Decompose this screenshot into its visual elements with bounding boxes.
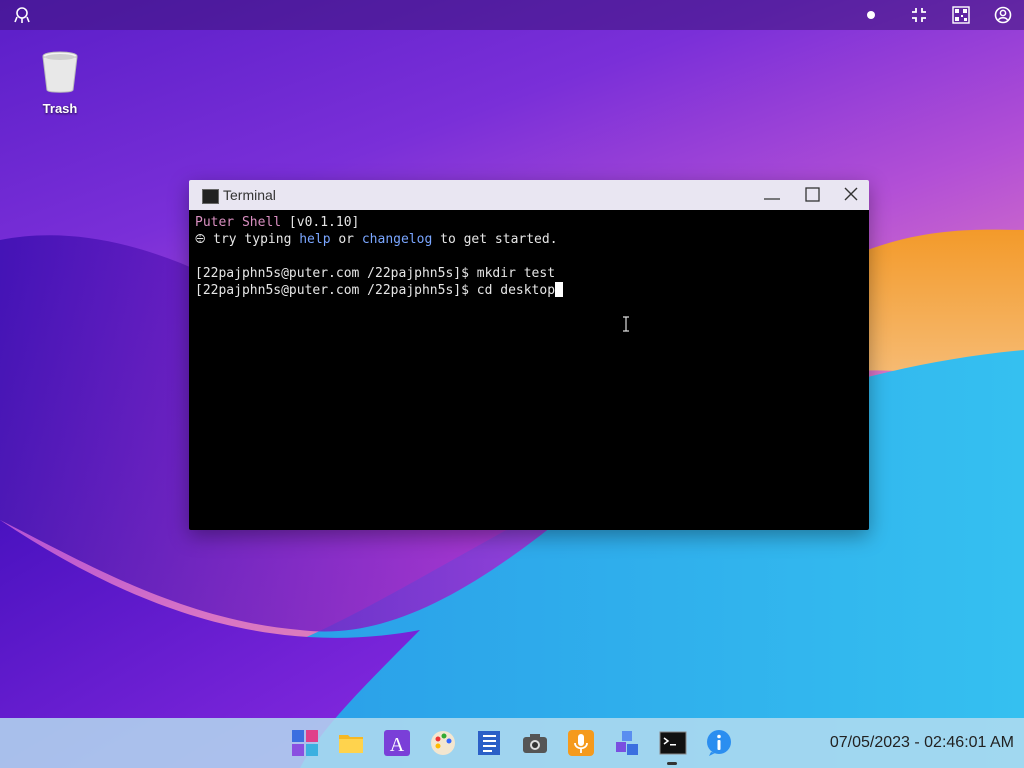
hint-text-end: to get started. bbox=[432, 232, 558, 247]
trash-icon bbox=[42, 51, 78, 93]
shell-version: [v0.1.10] bbox=[281, 215, 360, 230]
ibeam-cursor-icon bbox=[623, 316, 629, 332]
changelog-keyword: changelog bbox=[361, 232, 433, 247]
minimize-button[interactable] bbox=[761, 185, 783, 205]
notepad-icon[interactable] bbox=[475, 729, 503, 757]
command-line: [22pajphn5s@puter.com /22pajphn5s]$ cd d… bbox=[195, 283, 556, 298]
about-icon[interactable] bbox=[705, 729, 733, 757]
exit-fullscreen-icon[interactable] bbox=[910, 6, 928, 24]
trash-label: Trash bbox=[42, 101, 78, 116]
top-bar bbox=[0, 0, 1024, 30]
window-titlebar[interactable]: Terminal bbox=[189, 180, 869, 210]
editor-icon[interactable]: A bbox=[383, 729, 411, 757]
clock: 07/05/2023 - 02:46:01 AM bbox=[829, 734, 1014, 751]
taskbar: A 07/05/2023 - 02:46:01 AM bbox=[0, 718, 1024, 768]
close-button[interactable] bbox=[840, 185, 862, 205]
svg-text:A: A bbox=[390, 734, 405, 756]
start-menu-icon[interactable] bbox=[291, 729, 319, 757]
user-account-icon[interactable] bbox=[994, 6, 1012, 24]
hint-text: try typing bbox=[205, 232, 300, 247]
qr-code-icon[interactable] bbox=[952, 6, 970, 24]
terminal-output[interactable]: Puter Shell [v0.1.10] ⨸ try typing help … bbox=[189, 210, 869, 530]
puter-glyph-icon: ⨸ bbox=[195, 232, 206, 247]
paint-icon[interactable] bbox=[429, 729, 457, 757]
terminal-app-icon[interactable] bbox=[659, 729, 687, 757]
terminal-icon bbox=[202, 189, 219, 204]
blocks-icon[interactable] bbox=[613, 729, 641, 757]
terminal-window[interactable]: Terminal Puter Shell [v0.1.10] ⨸ try typ… bbox=[189, 180, 869, 530]
files-icon[interactable] bbox=[337, 729, 365, 757]
active-app-indicator bbox=[667, 762, 677, 765]
recorder-icon[interactable] bbox=[567, 729, 595, 757]
puter-logo-icon[interactable] bbox=[12, 6, 32, 24]
shell-name: Puter Shell bbox=[195, 215, 282, 230]
text-cursor bbox=[555, 282, 564, 297]
help-keyword: help bbox=[299, 232, 331, 247]
maximize-button[interactable] bbox=[801, 185, 823, 205]
command-line: [22pajphn5s@puter.com /22pajphn5s]$ mkdi… bbox=[195, 266, 556, 281]
desktop-icon-trash[interactable]: Trash bbox=[30, 50, 90, 116]
window-title: Terminal bbox=[223, 187, 276, 203]
hint-text-or: or bbox=[330, 232, 362, 247]
camera-icon[interactable] bbox=[521, 729, 549, 757]
notification-dot-icon[interactable] bbox=[862, 6, 880, 24]
